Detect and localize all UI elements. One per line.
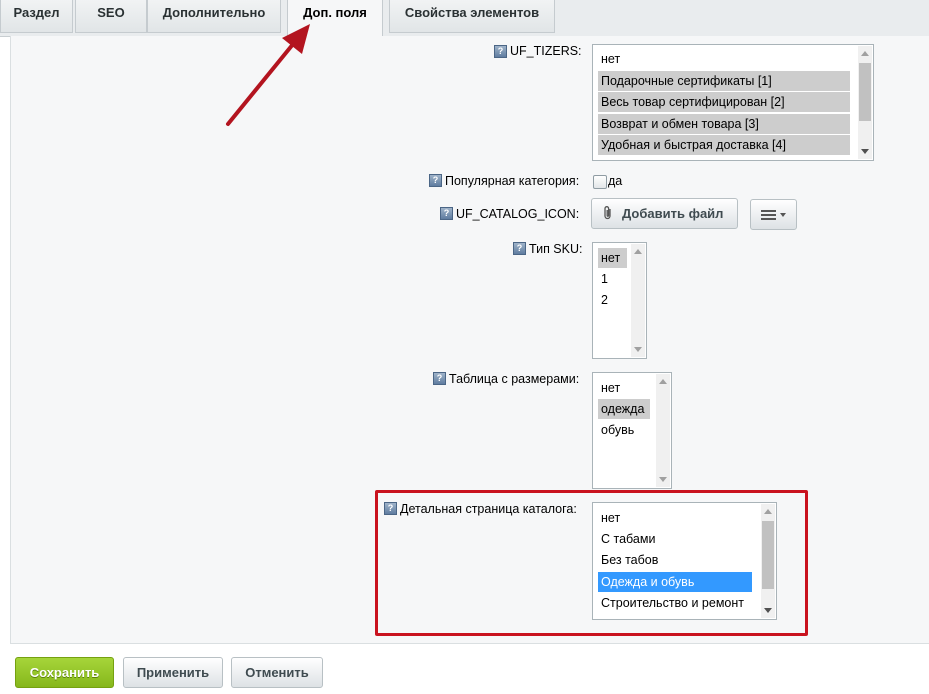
size-table-listbox[interactable]: нет одежда обувь <box>592 372 672 489</box>
paperclip-icon <box>604 206 611 220</box>
tab-element-properties[interactable]: Свойства элементов <box>389 0 555 33</box>
tizers-label: UF_TIZERS: <box>510 44 582 58</box>
help-icon[interactable]: ? <box>494 45 507 58</box>
list-item[interactable]: Подарочные сертификаты [1] <box>598 71 850 91</box>
popular-category-checkbox[interactable] <box>593 175 607 189</box>
save-button[interactable]: Сохранить <box>15 657 114 688</box>
list-item[interactable]: Возврат и обмен товара [3] <box>598 114 850 134</box>
apply-button[interactable]: Применить <box>123 657 223 688</box>
scroll-down-icon[interactable] <box>861 149 869 154</box>
scroll-thumb[interactable] <box>859 63 871 121</box>
file-menu-button[interactable] <box>750 199 797 230</box>
list-item[interactable]: Удобная и быстрая доставка [4] <box>598 135 850 155</box>
list-item[interactable]: 2 <box>598 290 611 310</box>
tizers-listbox[interactable]: нет Подарочные сертификаты [1] Весь това… <box>592 44 874 161</box>
tab-seo[interactable]: SEO <box>75 0 147 33</box>
highlight-box <box>375 490 808 636</box>
scroll-down-icon[interactable] <box>634 347 642 352</box>
size-table-label: Таблица с размерами: <box>449 372 580 386</box>
list-item[interactable]: нет <box>598 49 623 69</box>
scroll-up-icon[interactable] <box>659 379 667 384</box>
scrollbar[interactable] <box>656 374 670 487</box>
help-icon[interactable]: ? <box>440 207 453 220</box>
scroll-up-icon[interactable] <box>861 51 869 56</box>
cancel-button[interactable]: Отменить <box>231 657 323 688</box>
scrollbar[interactable] <box>631 244 645 357</box>
list-item[interactable]: одежда <box>598 399 650 419</box>
help-icon[interactable]: ? <box>433 372 446 385</box>
add-file-label: Добавить файл <box>622 206 724 221</box>
list-item[interactable]: обувь <box>598 420 637 440</box>
tab-bar: Раздел SEO Дополнительно Доп. поля Свойс… <box>0 0 929 37</box>
sku-type-listbox[interactable]: нет 1 2 <box>592 242 647 359</box>
list-item[interactable]: Весь товар сертифицирован [2] <box>598 92 850 112</box>
menu-icon <box>761 210 786 220</box>
sku-type-label: Тип SKU: <box>529 242 583 256</box>
annotation-arrow-icon <box>226 24 310 126</box>
add-file-button[interactable]: Добавить файл <box>591 198 738 229</box>
scroll-up-icon[interactable] <box>634 249 642 254</box>
help-icon[interactable]: ? <box>513 242 526 255</box>
list-item[interactable]: нет <box>598 378 623 398</box>
popular-category-checkbox-label: да <box>608 174 623 188</box>
tab-section[interactable]: Раздел <box>0 0 73 33</box>
scrollbar[interactable] <box>858 46 872 159</box>
scroll-down-icon[interactable] <box>659 477 667 482</box>
list-item[interactable]: нет <box>598 248 627 268</box>
popular-category-label: Популярная категория: <box>445 174 580 188</box>
list-item[interactable]: 1 <box>598 269 611 289</box>
help-icon[interactable]: ? <box>429 174 442 187</box>
catalog-icon-label: UF_CATALOG_ICON: <box>456 207 580 221</box>
